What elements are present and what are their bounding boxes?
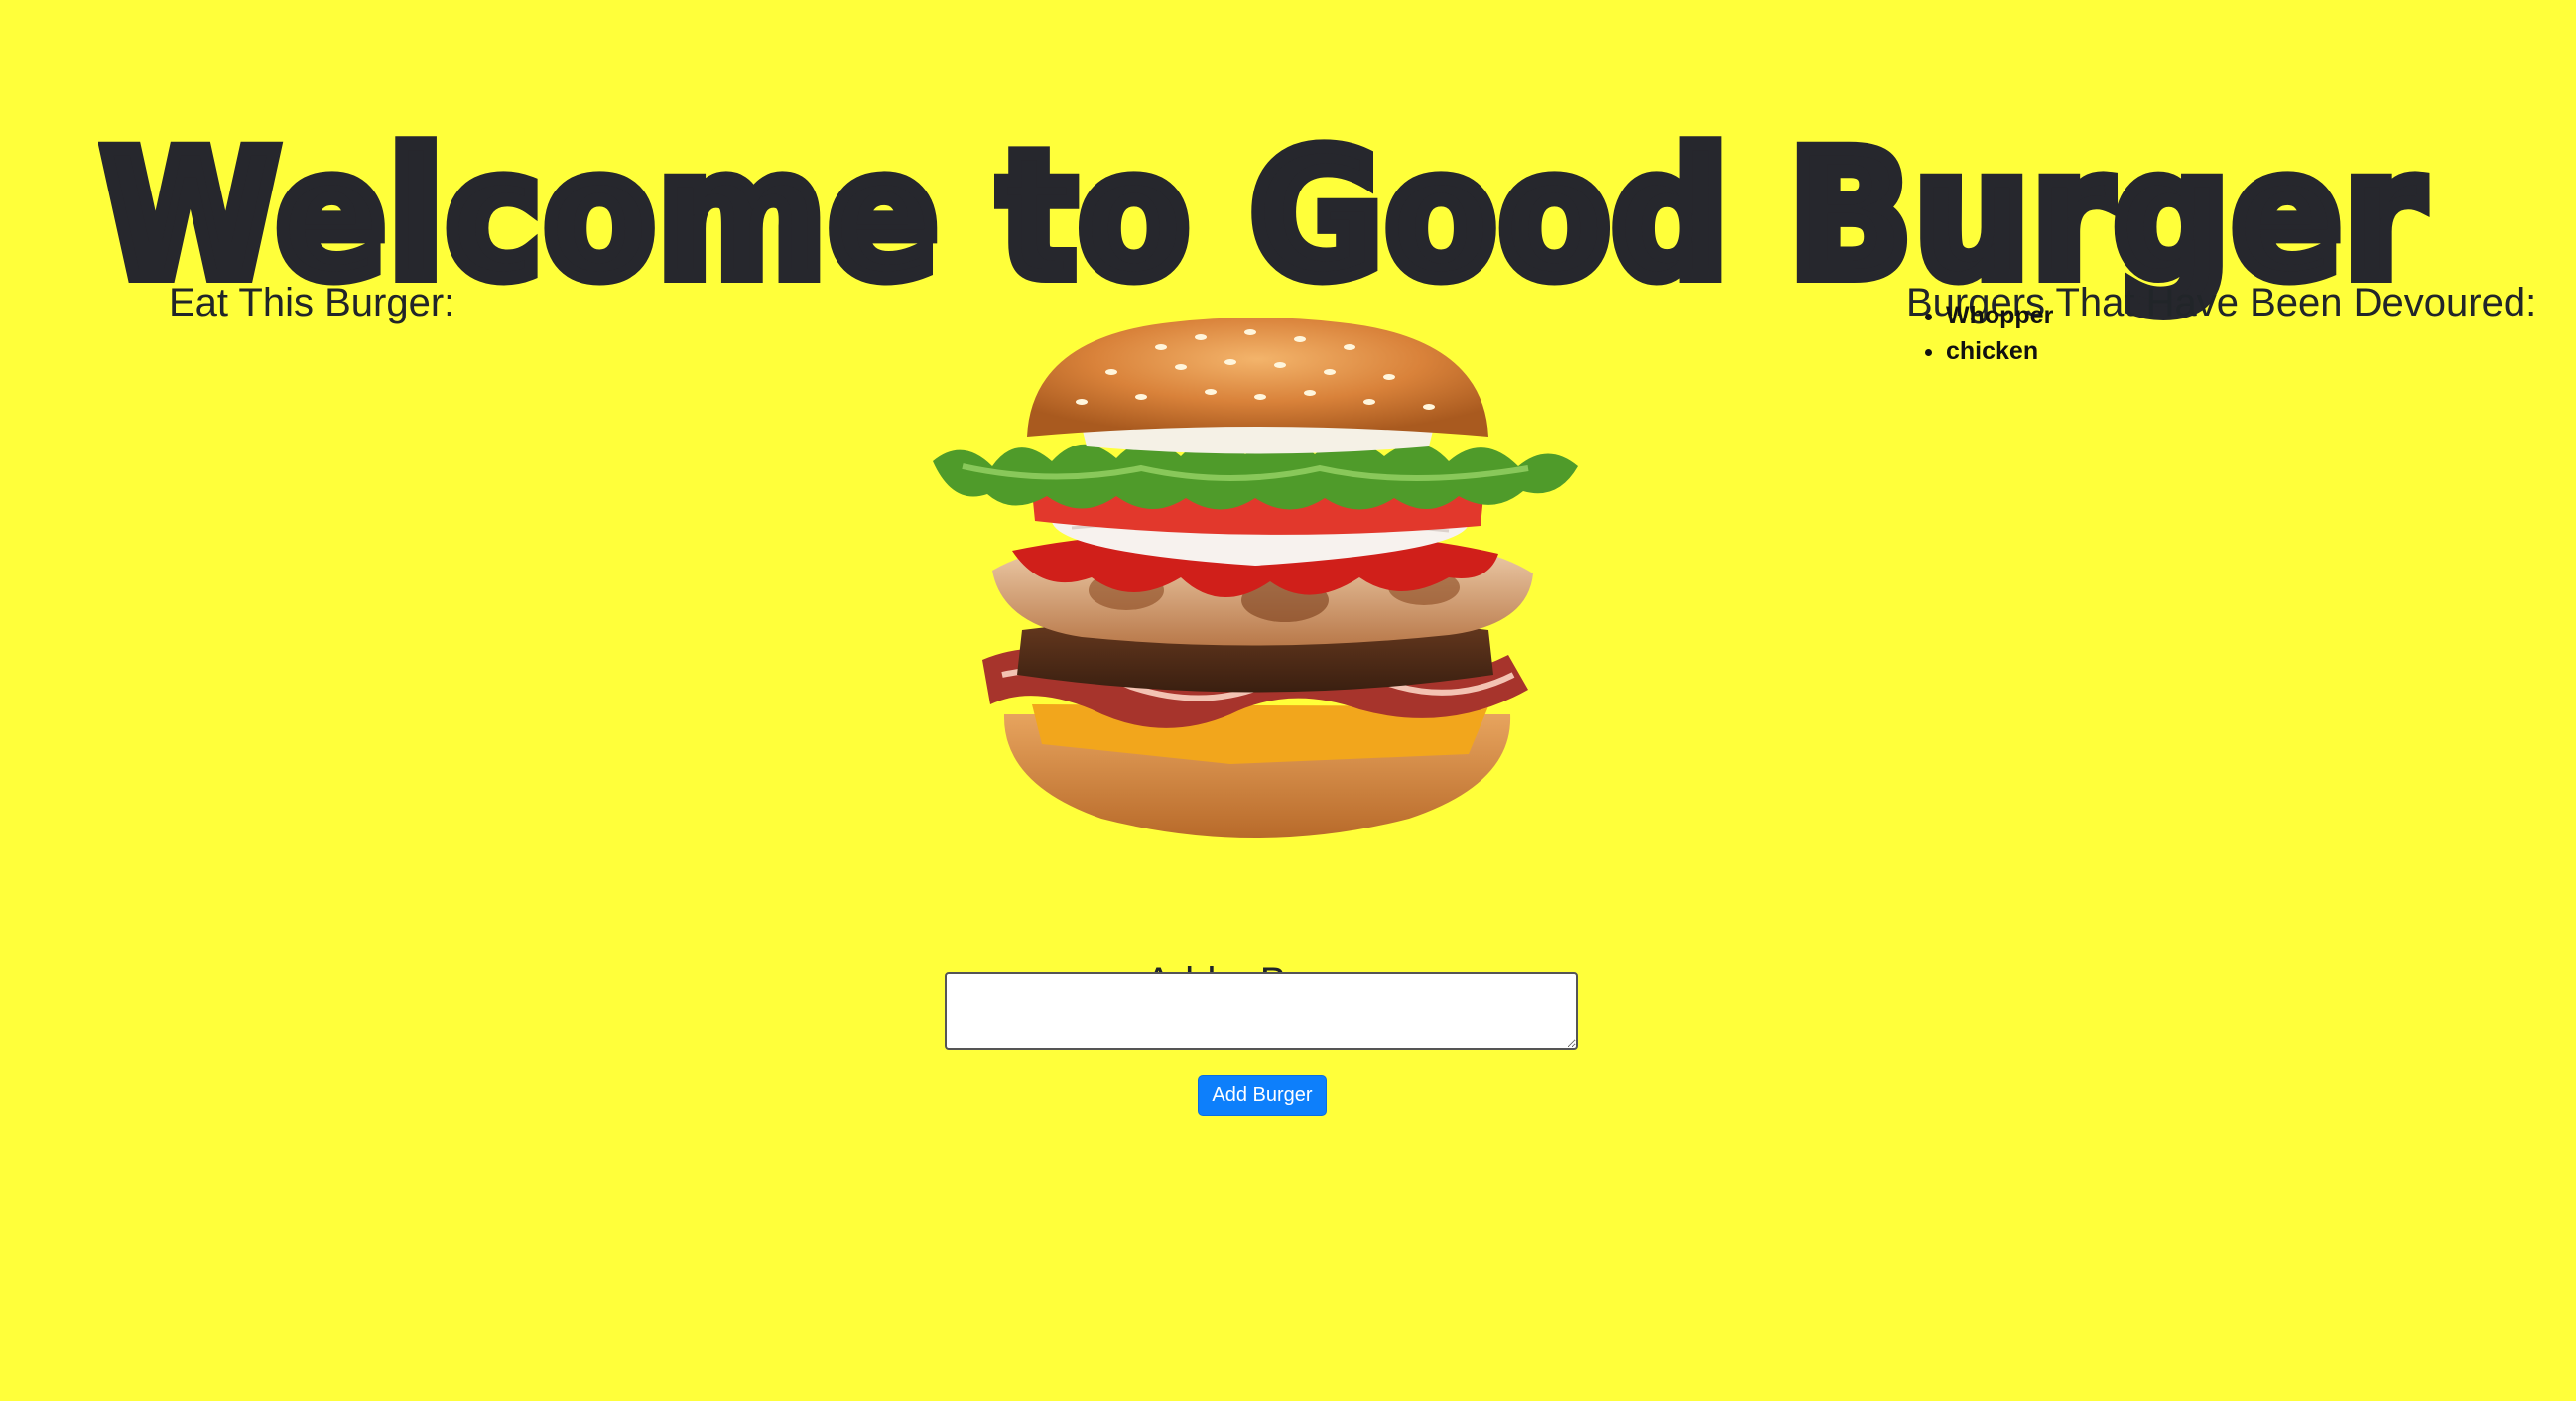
burger-image (933, 318, 1578, 843)
burger-icon (933, 318, 1578, 838)
add-burger-button[interactable]: Add Burger (1198, 1075, 1327, 1116)
burger-name-input[interactable] (945, 972, 1578, 1050)
list-item: chicken (1946, 333, 2053, 369)
devoured-list: Whopper chicken (1906, 298, 2053, 369)
list-item: Whopper (1946, 298, 2053, 333)
eat-burger-heading: Eat This Burger: (169, 281, 455, 325)
page-background: Welcome to Good Burger Eat This Burger: … (0, 0, 2576, 1401)
